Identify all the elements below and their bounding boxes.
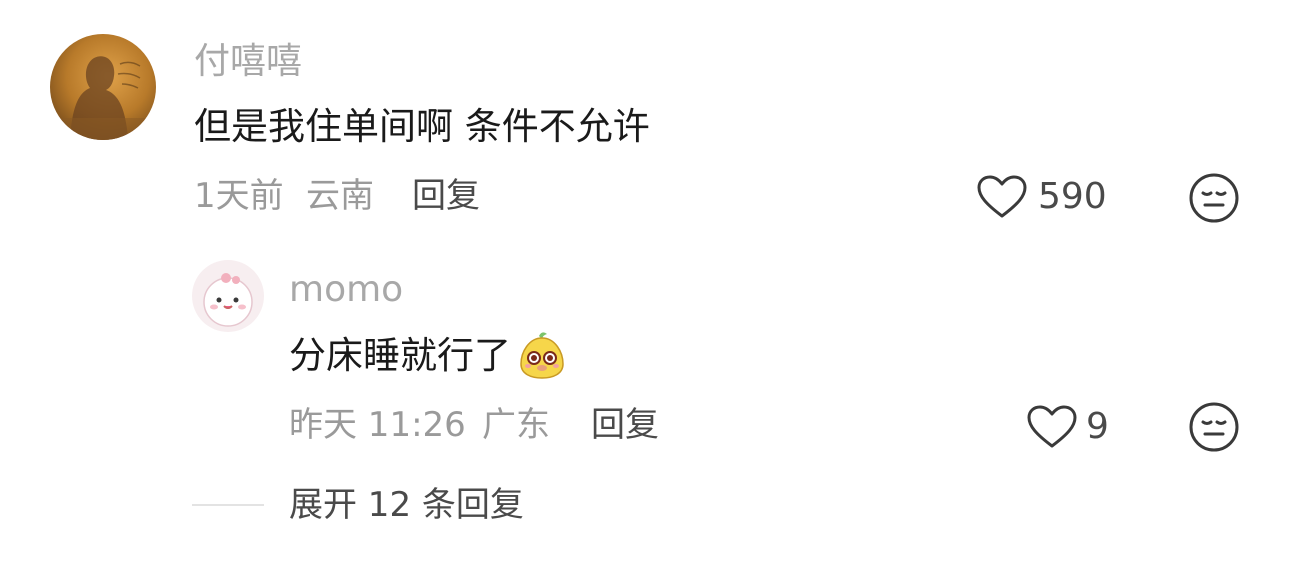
reply-username[interactable]: momo bbox=[289, 268, 403, 312]
yellow-cartoon-emoji-icon bbox=[520, 332, 564, 379]
reply-reply-button[interactable]: 回复 bbox=[591, 404, 659, 446]
heart-outline-icon bbox=[1027, 405, 1077, 448]
comment-text: 但是我住单间啊 条件不允许 bbox=[194, 105, 650, 148]
reply-time: 昨天 11:26 bbox=[289, 405, 466, 445]
reply-location: 广东 bbox=[482, 405, 550, 445]
comment-thread: 付嘻嘻 但是我住单间啊 条件不允许 1天前 云南 回复 590 momo 分床睡… bbox=[0, 0, 1290, 588]
comment-location: 云南 bbox=[306, 176, 374, 216]
reply-like-button[interactable]: 9 bbox=[1026, 404, 1109, 450]
reply-text: 分床睡就行了 bbox=[289, 330, 567, 380]
comment-username[interactable]: 付嘻嘻 bbox=[194, 40, 302, 84]
reply-avatar[interactable] bbox=[192, 260, 264, 332]
avatar[interactable] bbox=[50, 34, 156, 140]
avatar-image bbox=[192, 260, 264, 332]
meh-face-icon[interactable] bbox=[1188, 172, 1240, 224]
like-count: 590 bbox=[1038, 176, 1107, 217]
expand-replies-button[interactable]: 展开 12 条回复 bbox=[289, 484, 524, 526]
avatar-image bbox=[50, 34, 156, 140]
expand-divider bbox=[192, 504, 264, 506]
reply-like-count: 9 bbox=[1086, 406, 1109, 447]
comment-time: 1天前 bbox=[194, 176, 284, 216]
like-button[interactable]: 590 bbox=[976, 174, 1107, 220]
heart-outline-icon bbox=[977, 175, 1027, 218]
reply-button[interactable]: 回复 bbox=[412, 175, 480, 217]
meh-face-icon[interactable] bbox=[1188, 401, 1240, 453]
reply-text-content: 分床睡就行了 bbox=[289, 334, 511, 377]
